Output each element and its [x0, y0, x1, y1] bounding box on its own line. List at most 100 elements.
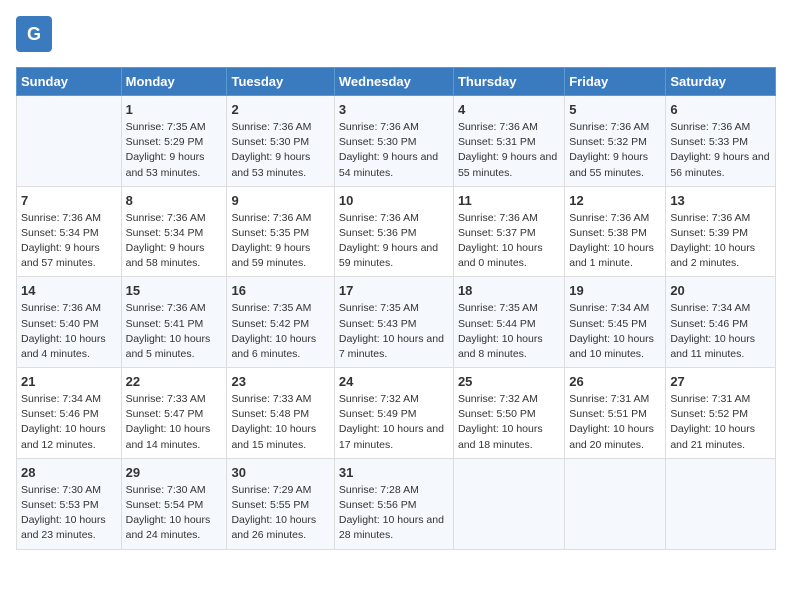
- logo-icon: G: [16, 16, 52, 52]
- cell-details: Sunrise: 7:36 AMSunset: 5:34 PMDaylight:…: [126, 211, 223, 272]
- cell-details: Sunrise: 7:36 AMSunset: 5:30 PMDaylight:…: [231, 120, 329, 181]
- calendar-cell: 8Sunrise: 7:36 AMSunset: 5:34 PMDaylight…: [121, 186, 227, 277]
- page-header: G: [16, 16, 776, 57]
- cell-details: Sunrise: 7:30 AMSunset: 5:53 PMDaylight:…: [21, 483, 117, 544]
- day-number: 31: [339, 464, 449, 483]
- cell-details: Sunrise: 7:35 AMSunset: 5:43 PMDaylight:…: [339, 301, 449, 362]
- weekday-header-sunday: Sunday: [17, 68, 122, 96]
- day-number: 9: [231, 192, 329, 211]
- logo: G: [16, 16, 58, 57]
- day-number: 30: [231, 464, 329, 483]
- calendar-cell: 20Sunrise: 7:34 AMSunset: 5:46 PMDayligh…: [666, 277, 776, 368]
- day-number: 27: [670, 373, 771, 392]
- cell-details: Sunrise: 7:33 AMSunset: 5:48 PMDaylight:…: [231, 392, 329, 453]
- cell-details: Sunrise: 7:32 AMSunset: 5:50 PMDaylight:…: [458, 392, 560, 453]
- day-number: 18: [458, 282, 560, 301]
- weekday-header-friday: Friday: [565, 68, 666, 96]
- calendar-cell: 3Sunrise: 7:36 AMSunset: 5:30 PMDaylight…: [334, 96, 453, 187]
- calendar-cell: 30Sunrise: 7:29 AMSunset: 5:55 PMDayligh…: [227, 458, 334, 549]
- day-number: 3: [339, 101, 449, 120]
- day-number: 25: [458, 373, 560, 392]
- day-number: 17: [339, 282, 449, 301]
- calendar-cell: 10Sunrise: 7:36 AMSunset: 5:36 PMDayligh…: [334, 186, 453, 277]
- cell-details: Sunrise: 7:30 AMSunset: 5:54 PMDaylight:…: [126, 483, 223, 544]
- cell-details: Sunrise: 7:33 AMSunset: 5:47 PMDaylight:…: [126, 392, 223, 453]
- calendar-cell: 17Sunrise: 7:35 AMSunset: 5:43 PMDayligh…: [334, 277, 453, 368]
- cell-details: Sunrise: 7:36 AMSunset: 5:37 PMDaylight:…: [458, 211, 560, 272]
- day-number: 5: [569, 101, 661, 120]
- week-row-4: 21Sunrise: 7:34 AMSunset: 5:46 PMDayligh…: [17, 368, 776, 459]
- week-row-3: 14Sunrise: 7:36 AMSunset: 5:40 PMDayligh…: [17, 277, 776, 368]
- calendar-cell: 16Sunrise: 7:35 AMSunset: 5:42 PMDayligh…: [227, 277, 334, 368]
- calendar-table: SundayMondayTuesdayWednesdayThursdayFrid…: [16, 67, 776, 550]
- cell-details: Sunrise: 7:34 AMSunset: 5:46 PMDaylight:…: [670, 301, 771, 362]
- day-number: 13: [670, 192, 771, 211]
- weekday-header-tuesday: Tuesday: [227, 68, 334, 96]
- day-number: 1: [126, 101, 223, 120]
- day-number: 12: [569, 192, 661, 211]
- cell-details: Sunrise: 7:36 AMSunset: 5:33 PMDaylight:…: [670, 120, 771, 181]
- cell-details: Sunrise: 7:35 AMSunset: 5:42 PMDaylight:…: [231, 301, 329, 362]
- cell-details: Sunrise: 7:36 AMSunset: 5:40 PMDaylight:…: [21, 301, 117, 362]
- day-number: 7: [21, 192, 117, 211]
- cell-details: Sunrise: 7:35 AMSunset: 5:29 PMDaylight:…: [126, 120, 223, 181]
- cell-details: Sunrise: 7:29 AMSunset: 5:55 PMDaylight:…: [231, 483, 329, 544]
- cell-details: Sunrise: 7:36 AMSunset: 5:41 PMDaylight:…: [126, 301, 223, 362]
- cell-details: Sunrise: 7:32 AMSunset: 5:49 PMDaylight:…: [339, 392, 449, 453]
- day-number: 21: [21, 373, 117, 392]
- day-number: 10: [339, 192, 449, 211]
- week-row-1: 1Sunrise: 7:35 AMSunset: 5:29 PMDaylight…: [17, 96, 776, 187]
- calendar-cell: [17, 96, 122, 187]
- cell-details: Sunrise: 7:36 AMSunset: 5:39 PMDaylight:…: [670, 211, 771, 272]
- day-number: 26: [569, 373, 661, 392]
- cell-details: Sunrise: 7:31 AMSunset: 5:51 PMDaylight:…: [569, 392, 661, 453]
- day-number: 24: [339, 373, 449, 392]
- weekday-header-wednesday: Wednesday: [334, 68, 453, 96]
- cell-details: Sunrise: 7:28 AMSunset: 5:56 PMDaylight:…: [339, 483, 449, 544]
- calendar-cell: 13Sunrise: 7:36 AMSunset: 5:39 PMDayligh…: [666, 186, 776, 277]
- calendar-cell: [453, 458, 564, 549]
- week-row-2: 7Sunrise: 7:36 AMSunset: 5:34 PMDaylight…: [17, 186, 776, 277]
- cell-details: Sunrise: 7:35 AMSunset: 5:44 PMDaylight:…: [458, 301, 560, 362]
- day-number: 15: [126, 282, 223, 301]
- weekday-header-row: SundayMondayTuesdayWednesdayThursdayFrid…: [17, 68, 776, 96]
- day-number: 28: [21, 464, 117, 483]
- calendar-cell: 23Sunrise: 7:33 AMSunset: 5:48 PMDayligh…: [227, 368, 334, 459]
- weekday-header-monday: Monday: [121, 68, 227, 96]
- calendar-cell: [666, 458, 776, 549]
- week-row-5: 28Sunrise: 7:30 AMSunset: 5:53 PMDayligh…: [17, 458, 776, 549]
- calendar-cell: 2Sunrise: 7:36 AMSunset: 5:30 PMDaylight…: [227, 96, 334, 187]
- day-number: 14: [21, 282, 117, 301]
- calendar-cell: 12Sunrise: 7:36 AMSunset: 5:38 PMDayligh…: [565, 186, 666, 277]
- calendar-cell: 14Sunrise: 7:36 AMSunset: 5:40 PMDayligh…: [17, 277, 122, 368]
- calendar-cell: 6Sunrise: 7:36 AMSunset: 5:33 PMDaylight…: [666, 96, 776, 187]
- calendar-cell: 11Sunrise: 7:36 AMSunset: 5:37 PMDayligh…: [453, 186, 564, 277]
- calendar-cell: 27Sunrise: 7:31 AMSunset: 5:52 PMDayligh…: [666, 368, 776, 459]
- calendar-cell: 26Sunrise: 7:31 AMSunset: 5:51 PMDayligh…: [565, 368, 666, 459]
- day-number: 23: [231, 373, 329, 392]
- day-number: 16: [231, 282, 329, 301]
- calendar-cell: 24Sunrise: 7:32 AMSunset: 5:49 PMDayligh…: [334, 368, 453, 459]
- cell-details: Sunrise: 7:36 AMSunset: 5:34 PMDaylight:…: [21, 211, 117, 272]
- calendar-cell: 18Sunrise: 7:35 AMSunset: 5:44 PMDayligh…: [453, 277, 564, 368]
- day-number: 6: [670, 101, 771, 120]
- day-number: 19: [569, 282, 661, 301]
- calendar-cell: 15Sunrise: 7:36 AMSunset: 5:41 PMDayligh…: [121, 277, 227, 368]
- day-number: 4: [458, 101, 560, 120]
- day-number: 20: [670, 282, 771, 301]
- calendar-cell: 4Sunrise: 7:36 AMSunset: 5:31 PMDaylight…: [453, 96, 564, 187]
- cell-details: Sunrise: 7:31 AMSunset: 5:52 PMDaylight:…: [670, 392, 771, 453]
- calendar-cell: 31Sunrise: 7:28 AMSunset: 5:56 PMDayligh…: [334, 458, 453, 549]
- calendar-cell: 21Sunrise: 7:34 AMSunset: 5:46 PMDayligh…: [17, 368, 122, 459]
- cell-details: Sunrise: 7:36 AMSunset: 5:32 PMDaylight:…: [569, 120, 661, 181]
- calendar-cell: 5Sunrise: 7:36 AMSunset: 5:32 PMDaylight…: [565, 96, 666, 187]
- cell-details: Sunrise: 7:34 AMSunset: 5:45 PMDaylight:…: [569, 301, 661, 362]
- calendar-cell: [565, 458, 666, 549]
- weekday-header-thursday: Thursday: [453, 68, 564, 96]
- cell-details: Sunrise: 7:36 AMSunset: 5:35 PMDaylight:…: [231, 211, 329, 272]
- day-number: 11: [458, 192, 560, 211]
- calendar-cell: 1Sunrise: 7:35 AMSunset: 5:29 PMDaylight…: [121, 96, 227, 187]
- day-number: 22: [126, 373, 223, 392]
- calendar-cell: 9Sunrise: 7:36 AMSunset: 5:35 PMDaylight…: [227, 186, 334, 277]
- calendar-cell: 22Sunrise: 7:33 AMSunset: 5:47 PMDayligh…: [121, 368, 227, 459]
